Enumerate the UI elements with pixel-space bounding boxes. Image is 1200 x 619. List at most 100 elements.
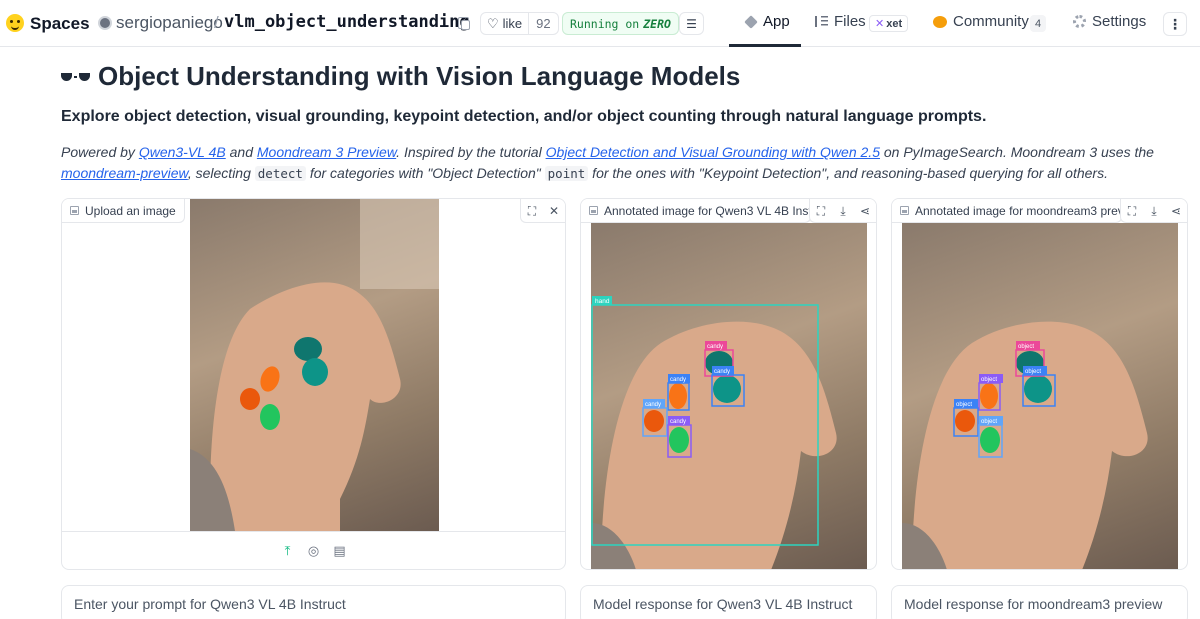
like-toggle[interactable]: ♡ like: [481, 13, 528, 34]
tab-files[interactable]: Files: [815, 13, 866, 30]
qwen-panel-toolbar: ⛶ ⤓ ⋖: [809, 199, 876, 223]
upload-icon[interactable]: ⤒: [280, 543, 296, 559]
object-box-label: object: [1018, 344, 1034, 350]
candy-box-label: candy: [707, 344, 723, 350]
moondream-link[interactable]: Moondream 3 Preview: [257, 144, 396, 160]
prompt-input[interactable]: Enter your prompt for Qwen3 VL 4B Instru…: [61, 585, 566, 619]
desc-text-7: for the ones with "Keypoint Detection", …: [588, 165, 1108, 181]
qwen-annotated-image-panel: Annotated image for Qwen3 VL 4B Instruct…: [580, 198, 877, 570]
moondream-response-output[interactable]: Model response for moondream3 preview: [891, 585, 1188, 619]
close-icon[interactable]: ✕: [543, 199, 565, 223]
upload-panel-label: Upload an image: [62, 199, 185, 223]
point-code: point: [544, 166, 589, 181]
active-tab-indicator: [729, 44, 801, 47]
gear-icon: [1073, 15, 1086, 28]
webcam-icon[interactable]: ◎: [306, 543, 322, 559]
heart-icon: ♡: [487, 16, 499, 31]
moondream-panel-label-text: Annotated image for moondream3 preview: [915, 203, 1122, 218]
copy-repo-name-icon[interactable]: [458, 17, 470, 30]
tab-app-label: App: [763, 13, 790, 30]
desc-text-5: , selecting: [187, 165, 255, 181]
path-separator: /: [214, 13, 219, 32]
moondream-annotated-image-panel: Annotated image for moondream3 preview ⛶…: [891, 198, 1188, 570]
owner-avatar[interactable]: [98, 16, 112, 30]
object-box-label: object: [981, 419, 997, 425]
upload-panel-toolbar: ⛶ ✕: [520, 199, 565, 223]
tab-settings[interactable]: Settings: [1073, 13, 1146, 30]
moondream-preview-link[interactable]: moondream-preview: [61, 165, 188, 181]
runtime-status-text: Running on: [570, 16, 640, 31]
community-chat-icon: [933, 15, 947, 28]
xet-icon: ✕: [875, 18, 885, 30]
runtime-hardware-text: ZERO: [643, 16, 671, 31]
moondream-annotations-overlay: object object object object object: [902, 321, 1148, 569]
desc-text-3: . Inspired by the tutorial: [396, 144, 546, 160]
upload-panel-label-text: Upload an image: [85, 203, 176, 218]
sunglasses-icon: [61, 72, 90, 81]
tab-community-label: Community: [953, 13, 1029, 30]
community-count-badge: 4: [1030, 15, 1047, 32]
repo-name-link[interactable]: vlm_object_understanding: [224, 12, 470, 32]
object-box-label: object: [1025, 369, 1041, 375]
tab-app[interactable]: App: [744, 13, 790, 30]
like-count[interactable]: 92: [528, 13, 557, 34]
object-box-label: object: [956, 402, 972, 408]
moondream-annotated-photo: object object object object object: [902, 223, 1178, 569]
tab-settings-label: Settings: [1092, 13, 1147, 30]
qwen-response-output[interactable]: Model response for Qwen3 VL 4B Instruct: [580, 585, 877, 619]
runtime-status-badge[interactable]: Running on ZERO: [562, 12, 679, 35]
share-icon[interactable]: ⋖: [854, 199, 876, 223]
fullscreen-icon[interactable]: ⛶: [521, 199, 543, 223]
hugging-face-logo-icon[interactable]: [6, 14, 24, 32]
vertical-dots-icon: ⋮: [1168, 15, 1182, 32]
page-description: Powered by Qwen3-VL 4B and Moondream 3 P…: [61, 142, 1161, 184]
desc-text-1: Powered by: [61, 144, 139, 160]
fullscreen-icon[interactable]: ⛶: [1121, 199, 1143, 223]
image-icon: [589, 206, 598, 215]
tab-community[interactable]: Community: [933, 13, 1029, 30]
candy-box-label: candy: [714, 369, 730, 375]
candy-box-label: candy: [670, 419, 686, 425]
tutorial-link[interactable]: Object Detection and Visual Grounding wi…: [546, 144, 880, 160]
clipboard-icon[interactable]: ▤: [332, 543, 348, 559]
tab-files-label: Files: [834, 13, 866, 30]
top-navigation-bar: Spaces sergiopaniego / vlm_object_unders…: [0, 0, 1200, 47]
moondream-panel-toolbar: ⛶ ⤓ ⋖: [1120, 199, 1187, 223]
logs-icon: ☰: [686, 16, 697, 31]
qwen-annotations-overlay: hand candy candy candy candy candy: [591, 296, 837, 569]
object-box-label: object: [981, 377, 997, 383]
share-icon[interactable]: ⋖: [1165, 199, 1187, 223]
image-upload-panel[interactable]: Upload an image ⛶ ✕ ⤒ ◎ ▤: [61, 198, 566, 570]
logs-button[interactable]: ☰: [679, 12, 704, 35]
candy-box-label: candy: [670, 377, 686, 383]
image-icon: [70, 206, 79, 215]
moondream-panel-label: Annotated image for moondream3 preview: [892, 199, 1122, 223]
page-title-text: Object Understanding with Vision Languag…: [98, 61, 741, 91]
more-options-button[interactable]: ⋮: [1163, 12, 1187, 36]
upload-source-toolbar: ⤒ ◎ ▤: [62, 531, 565, 569]
page-title: Object Understanding with Vision Languag…: [61, 61, 740, 92]
owner-link[interactable]: sergiopaniego: [116, 13, 223, 33]
fullscreen-icon[interactable]: ⛶: [810, 199, 832, 223]
download-icon[interactable]: ⤓: [1143, 199, 1165, 223]
download-icon[interactable]: ⤓: [832, 199, 854, 223]
uploaded-candy-photo: [190, 199, 439, 531]
xet-badge[interactable]: ✕ xet: [869, 15, 909, 32]
like-button[interactable]: ♡ like 92: [480, 12, 559, 35]
desc-text-4: on PyImageSearch. Moondream 3 uses the: [879, 144, 1154, 160]
files-icon: [815, 16, 828, 27]
desc-text-2: and: [225, 144, 257, 160]
detect-code: detect: [254, 166, 306, 181]
image-icon: [900, 206, 909, 215]
like-label: like: [502, 16, 523, 31]
hand-with-candies-illustration: [190, 199, 439, 531]
spaces-link[interactable]: Spaces: [30, 14, 90, 34]
page-subtitle: Explore object detection, visual groundi…: [61, 108, 987, 125]
candy-box-label: candy: [645, 402, 661, 408]
desc-text-6: for categories with "Object Detection": [305, 165, 545, 181]
xet-label: xet: [886, 17, 903, 30]
qwen-link[interactable]: Qwen3-VL 4B: [139, 144, 226, 160]
qwen-annotated-photo: hand candy candy candy candy candy: [591, 223, 867, 569]
qwen-panel-label-text: Annotated image for Qwen3 VL 4B Instruct: [604, 203, 811, 218]
app-cube-icon: [744, 14, 758, 29]
